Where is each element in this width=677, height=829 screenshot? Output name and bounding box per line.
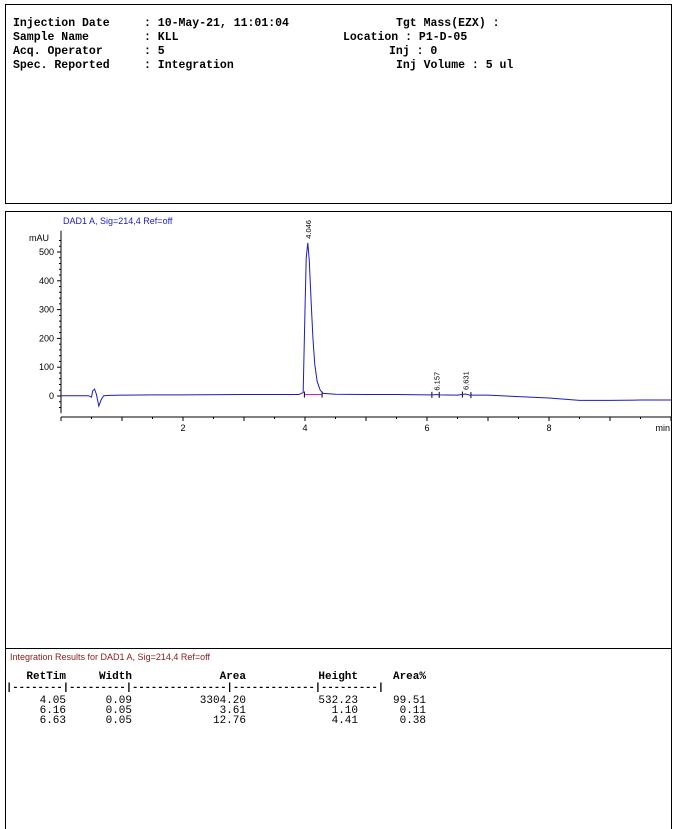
field-value-acq-operator: : 5 (144, 45, 165, 58)
field-tgt-mass: Tgt Mass(EZX) : (396, 17, 500, 30)
integration-results-panel: Integration Results for DAD1 A, Sig=214,… (5, 648, 672, 829)
table-cell: 12.76 (212, 715, 246, 727)
chromatogram-panel: DAD1 A, Sig=214,4 Ref=off 0 100 200 300 400 5… (5, 211, 672, 648)
header-panel: Injection Date : 10-May-21, 11:01:04 Sam… (5, 4, 672, 204)
field-label-spec-reported: Spec. Reported (13, 59, 110, 72)
x-tick-label: 6 (424, 423, 429, 433)
peak-label: 6.631 (461, 371, 470, 390)
table-cell: 0.05 (105, 715, 132, 727)
table-cell: 4.41 (331, 715, 358, 727)
y-tick-label: 400 (39, 276, 54, 286)
signal-line (61, 242, 671, 408)
field-inj: Inj : 0 (389, 45, 438, 58)
results-table: RetTim Width Area Height Area% |--------… (6, 649, 671, 829)
field-value-spec-reported: : Integration (144, 59, 234, 72)
y-tick-label: 500 (39, 247, 54, 257)
x-tick-label: 2 (180, 423, 185, 433)
x-axis-label: min (655, 423, 670, 433)
y-tick-label: 100 (39, 362, 54, 372)
peak-label: 6.157 (433, 372, 442, 391)
field-label-acq-operator: Acq. Operator (13, 45, 103, 58)
y-axis-label: mAU (29, 233, 49, 243)
y-tick-label: 300 (39, 305, 54, 315)
table-cell: 6.63 (39, 715, 66, 727)
field-label-sample-name: Sample Name (13, 31, 89, 44)
field-label-injection-date: Injection Date (13, 17, 110, 30)
x-tick-label: 8 (546, 423, 551, 433)
chromatogram-plot: 0 100 200 300 400 500 mAU 2 4 6 8 min 4.046 6.157 6.63… (29, 220, 671, 433)
field-value-sample-name: : KLL (144, 31, 179, 44)
field-location: Location : P1-D-05 (343, 31, 468, 44)
y-tick-label: 0 (49, 391, 54, 401)
y-tick-label: 200 (39, 333, 54, 343)
field-value-injection-date: : 10-May-21, 11:01:04 (144, 17, 289, 30)
field-inj-volume: Inj Volume : 5 ul (396, 59, 514, 72)
table-separator: |--------|---------|---------------|----… (6, 682, 385, 694)
peak-label: 4.046 (304, 220, 313, 239)
table-cell: 0.38 (399, 715, 426, 727)
x-tick-label: 4 (302, 423, 307, 433)
